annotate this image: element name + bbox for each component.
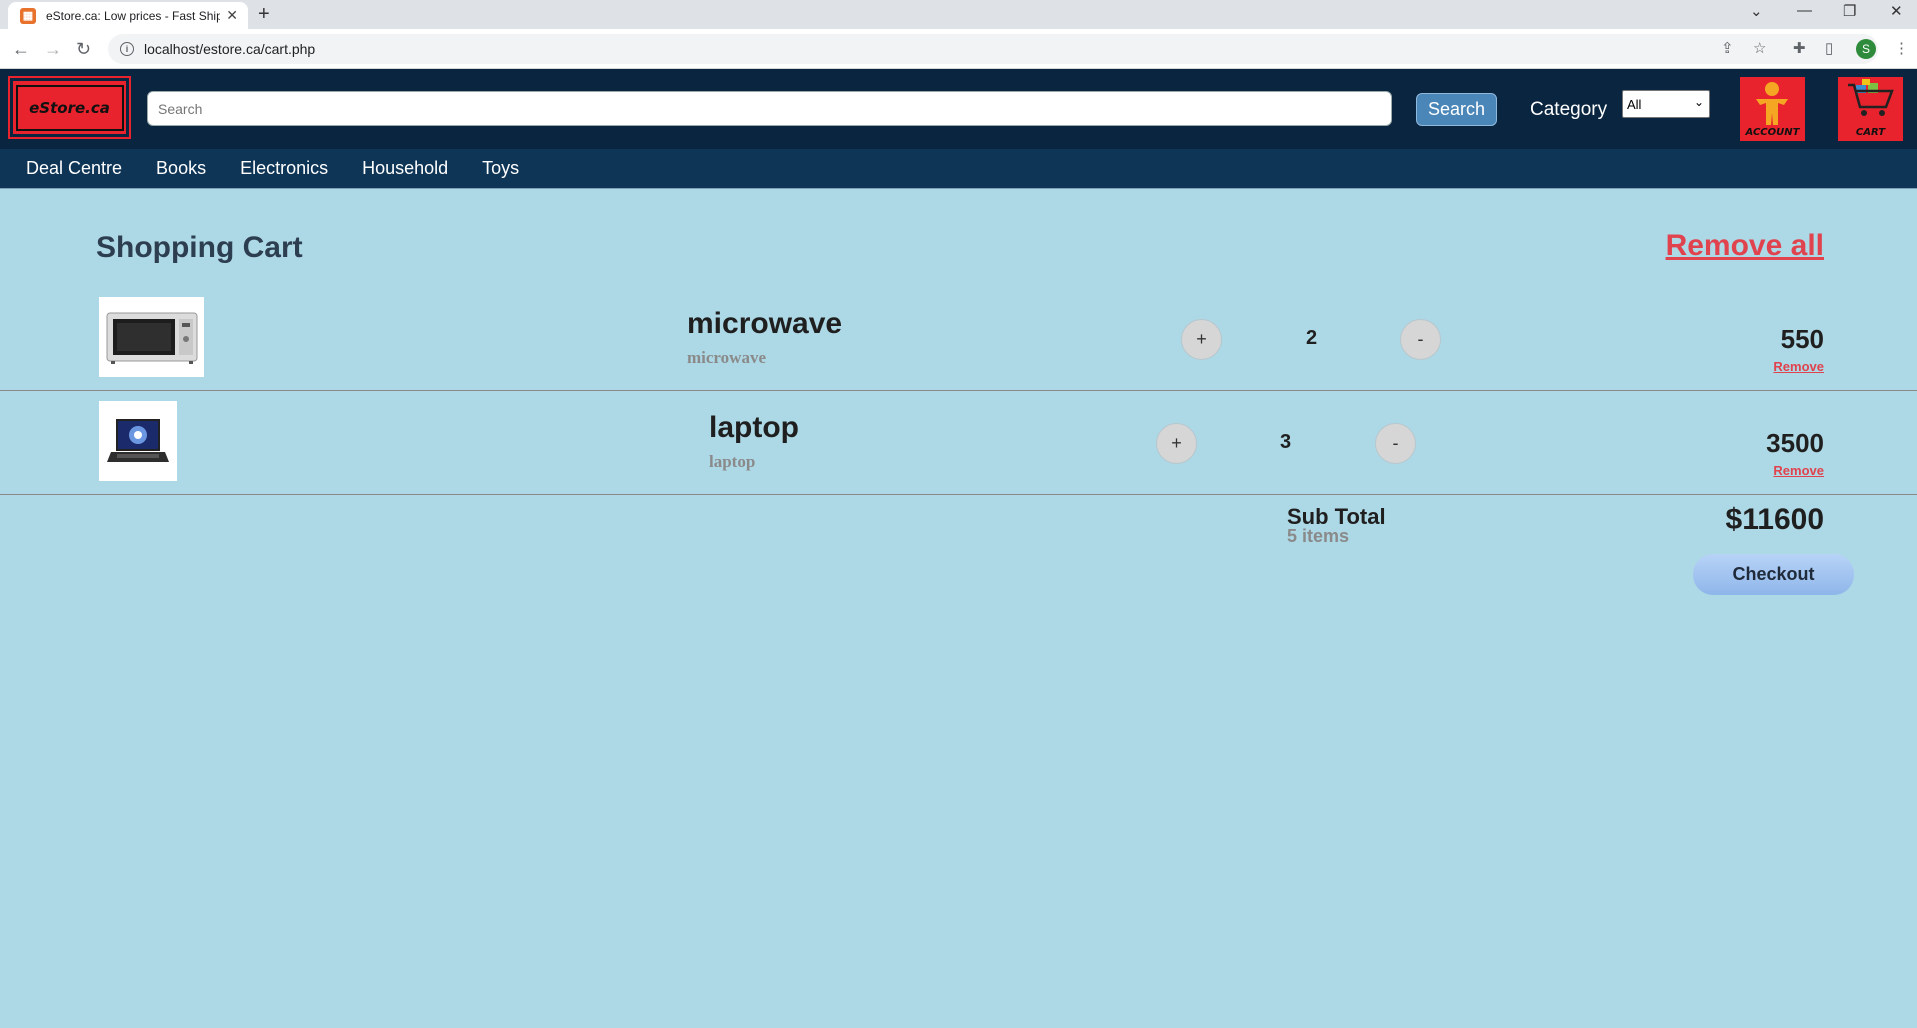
remove-item-link[interactable]: Remove [1773,359,1824,374]
decrease-quantity-button[interactable]: - [1375,423,1416,464]
browser-tabstrip: ▦ eStore.ca: Low prices - Fast Shipp ✕ +… [0,0,1917,29]
close-tab-icon[interactable]: ✕ [226,7,238,24]
tab-search-chevron-icon[interactable]: ⌄ [1750,2,1763,20]
item-price: 550 [1780,324,1824,354]
cart-row: laptop laptop + 3 - 3500 Remove [0,391,1917,495]
laptop-icon [107,419,169,462]
microwave-icon [106,312,197,364]
subtotal-amount: $11600 [1725,503,1824,536]
category-label: Category [1530,99,1608,120]
nav-electronics[interactable]: Electronics [240,158,328,179]
account-label: ACCOUNT [1745,127,1800,138]
account-button[interactable]: ACCOUNT [1740,77,1805,141]
nav-household[interactable]: Household [362,158,448,179]
increase-quantity-button[interactable]: + [1156,423,1197,464]
nav-deal-centre[interactable]: Deal Centre [26,158,122,179]
quantity-value: 2 [1306,327,1318,349]
tab-title: eStore.ca: Low prices - Fast Shipp [46,8,221,23]
cart-label: CART [1855,127,1886,138]
search-input[interactable] [147,91,1392,126]
share-icon[interactable]: ⇪ [1721,39,1734,57]
nav-toys[interactable]: Toys [482,158,519,179]
extensions-icon[interactable]: ✚ [1793,39,1806,57]
category-select[interactable]: All ⌄ [1622,90,1710,118]
back-icon[interactable]: ← [12,37,30,61]
increase-quantity-button[interactable]: + [1181,319,1222,360]
item-price: 3500 [1766,428,1824,458]
shopping-cart-icon [1848,79,1894,116]
item-name: microwave [687,307,843,340]
browser-menu-icon[interactable]: ⋮ [1894,39,1909,57]
address-bar[interactable]: i localhost/estore.ca/cart.php [108,34,1878,64]
restore-icon[interactable]: ❐ [1843,2,1856,20]
product-image-microwave [99,297,204,377]
chevron-down-icon: ⌄ [1693,95,1704,109]
reload-icon[interactable]: ↻ [76,37,91,61]
url-text: localhost/estore.ca/cart.php [144,41,316,57]
browser-toolbar: ← → ↻ i localhost/estore.ca/cart.php ⇪ ☆… [0,29,1917,69]
item-name: laptop [709,411,799,444]
category-selected-value: All [1627,96,1642,112]
side-panel-icon[interactable]: ▯ [1825,39,1833,57]
remove-all-link[interactable]: Remove all [1666,229,1824,263]
site-favicon-icon: ▦ [20,7,36,24]
cart-button[interactable]: CART [1838,77,1903,141]
forward-icon[interactable]: → [44,37,62,61]
logo-text: eStore.ca [15,84,124,131]
subtotal-item-count: 5 items [1287,526,1350,546]
decrease-quantity-button[interactable]: - [1400,319,1441,360]
profile-avatar[interactable]: S [1856,39,1876,59]
minimize-icon[interactable]: — [1797,2,1812,19]
search-button[interactable]: Search [1416,93,1497,126]
nav-books[interactable]: Books [156,158,206,179]
site-header: eStore.ca Search Category All ⌄ ACCOUNT … [0,69,1917,149]
cart-row: microwave microwave + 2 - 550 Remove [0,287,1917,391]
page-title: Shopping Cart [96,231,303,264]
site-logo[interactable]: eStore.ca [8,76,131,139]
site-info-icon[interactable]: i [120,42,134,56]
category-nav: Deal Centre Books Electronics Household … [0,149,1917,189]
quantity-value: 3 [1280,431,1292,453]
checkout-button[interactable]: Checkout [1693,554,1854,595]
item-description: laptop [709,452,756,471]
person-icon [1756,82,1788,125]
bookmark-star-icon[interactable]: ☆ [1753,39,1766,57]
new-tab-icon[interactable]: + [258,3,270,26]
remove-item-link[interactable]: Remove [1773,463,1824,478]
window-close-icon[interactable]: ✕ [1890,2,1903,20]
product-image-laptop [99,401,177,481]
item-description: microwave [687,348,766,367]
browser-tab[interactable]: ▦ eStore.ca: Low prices - Fast Shipp ✕ [8,2,248,29]
